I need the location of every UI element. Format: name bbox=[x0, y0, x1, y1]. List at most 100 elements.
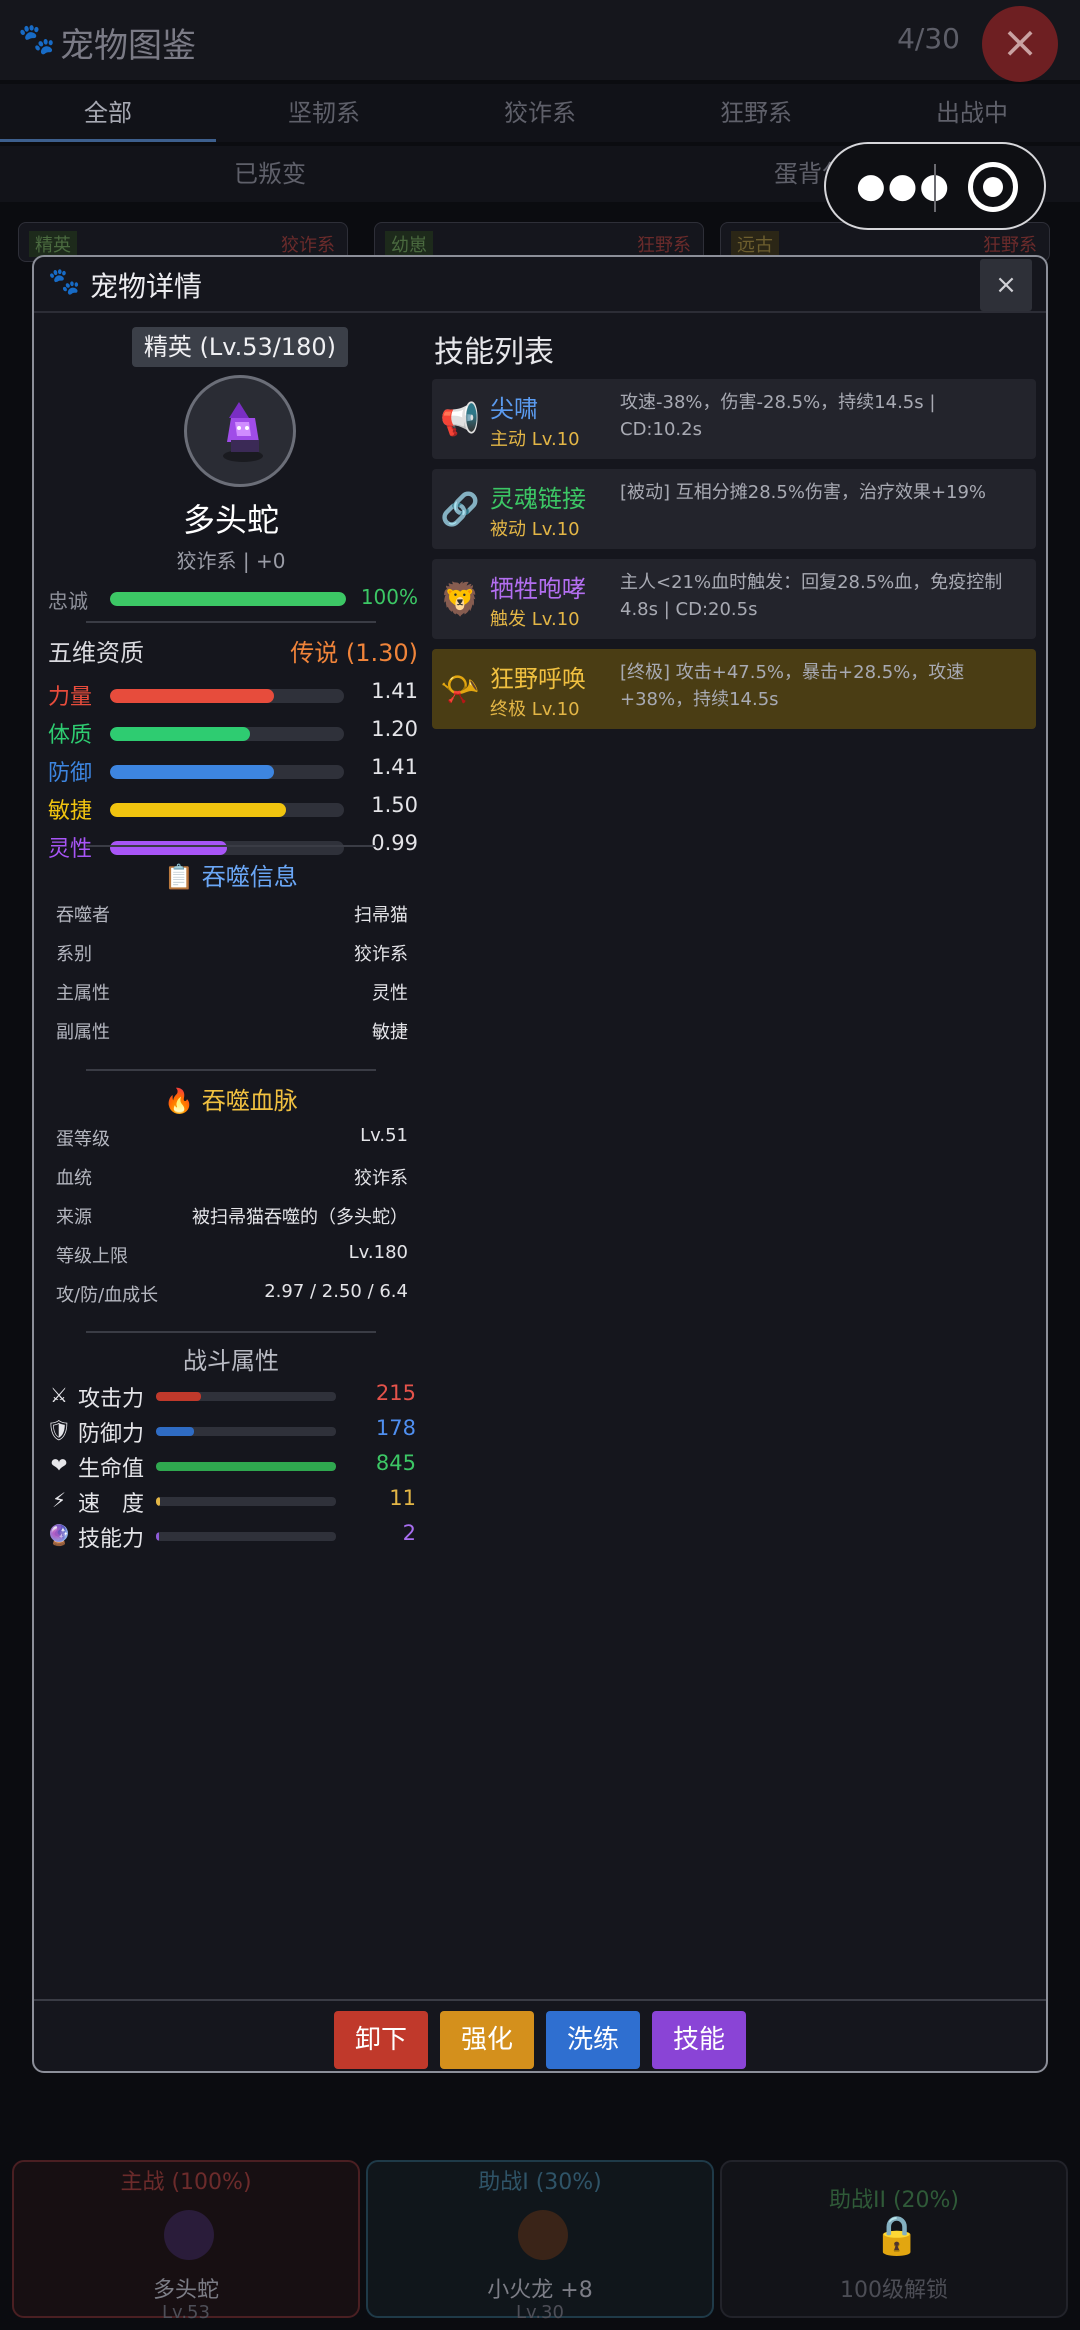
aptitude-row: 敏捷 1.50 bbox=[48, 793, 418, 824]
aptitude-value: 1.41 bbox=[371, 679, 418, 703]
devour-info-title-text: 吞噬信息 bbox=[201, 863, 298, 891]
skill-level: 触发 Lv.10 bbox=[490, 609, 580, 630]
slot-pet-name: 多头蛇 bbox=[152, 2278, 219, 2303]
combat-stat-value: 2 bbox=[402, 1521, 416, 1545]
slot-label: 主战 (100%) bbox=[120, 2170, 252, 2195]
info-key: 蛋等级 bbox=[56, 1129, 110, 1150]
skills-button[interactable]: 技能 bbox=[652, 2011, 746, 2069]
mini-program-capsule: ●●● bbox=[824, 142, 1046, 230]
megaphone-icon: 📢 bbox=[440, 400, 480, 438]
tab-wild[interactable]: 狂野系 bbox=[648, 84, 864, 142]
clipboard-icon: 📋 bbox=[164, 863, 195, 891]
horn-icon: 📯 bbox=[440, 670, 480, 708]
tab-rebelled[interactable]: 已叛变 bbox=[0, 146, 540, 202]
combat-stat-bar bbox=[156, 1532, 336, 1541]
skill-description: 攻速-38%，伤害-28.5%，持续14.5s | CD:10.2s bbox=[620, 392, 936, 440]
footer-divider bbox=[34, 1999, 1046, 2001]
slot-assist-2[interactable]: 助战II (20%) 🔒 100级解锁 bbox=[720, 2160, 1068, 2318]
page-title: 宠物图鉴 bbox=[60, 26, 196, 66]
modal-header: 🐾 宠物详情 × bbox=[34, 257, 1046, 313]
devour-info-title: 📋 吞噬信息 bbox=[46, 857, 416, 892]
combat-stat-label: 防御力 bbox=[78, 1422, 145, 1447]
slot-assist-1[interactable]: 助战I (30%) 小火龙 +8 Lv.30 bbox=[366, 2160, 714, 2323]
aptitude-bar bbox=[110, 765, 344, 779]
modal-close-button[interactable]: × bbox=[980, 259, 1032, 311]
aptitude-header: 五维资质 传说 (1.30) bbox=[48, 633, 418, 668]
combat-stat-row: 🔮 技能力 2 bbox=[46, 1521, 416, 1552]
info-value: 狡诈系 bbox=[354, 1168, 408, 1189]
aptitude-value: 1.50 bbox=[371, 793, 418, 817]
enhance-button[interactable]: 强化 bbox=[440, 2011, 534, 2069]
fire-icon: 🔥 bbox=[164, 1087, 195, 1115]
combat-stat-row: ⚔ 攻击力 215 bbox=[46, 1381, 416, 1412]
rarity-tag: 远古 bbox=[731, 231, 779, 257]
tab-all[interactable]: 全部 bbox=[0, 84, 216, 142]
shield-icon: 🛡 bbox=[46, 1418, 72, 1442]
tab-tough[interactable]: 坚韧系 bbox=[216, 84, 432, 142]
pet-type-subtitle: 狡诈系 | +0 bbox=[176, 549, 286, 573]
reroll-button[interactable]: 洗练 bbox=[546, 2011, 640, 2069]
skill-level: 主动 Lv.10 bbox=[490, 429, 580, 450]
info-row: 主属性 灵性 bbox=[56, 979, 408, 1005]
aptitude-bar-fill bbox=[110, 727, 251, 741]
aptitude-bar bbox=[110, 841, 344, 855]
info-row: 蛋等级 Lv.51 bbox=[56, 1125, 408, 1151]
info-key: 副属性 bbox=[56, 1022, 110, 1043]
close-icon[interactable]: × bbox=[982, 6, 1058, 82]
rank-badge: 精英 (Lv.53/180) bbox=[132, 327, 348, 367]
skill-level: 被动 Lv.10 bbox=[490, 519, 580, 540]
info-value: 狡诈系 bbox=[354, 944, 408, 965]
info-value: 2.97 / 2.50 / 6.4 bbox=[264, 1281, 408, 1302]
slot-pet-name: 小火龙 +8 bbox=[487, 2278, 593, 2303]
slot-main[interactable]: 主战 (100%) 多头蛇 Lv.53 bbox=[12, 2160, 360, 2323]
combat-stat-label: 生命值 bbox=[78, 1457, 145, 1482]
hydra-sprite-icon bbox=[223, 402, 263, 462]
skill-card[interactable]: 📢 尖啸主动 Lv.10 攻速-38%，伤害-28.5%，持续14.5s | CD:… bbox=[432, 379, 1036, 459]
info-key: 攻/防/血成长 bbox=[56, 1285, 159, 1306]
info-row: 系别 狡诈系 bbox=[56, 940, 408, 966]
combat-stat-bar-fill bbox=[156, 1532, 159, 1541]
aptitude-bar bbox=[110, 727, 344, 741]
category-tabs: 全部 坚韧系 狡诈系 狂野系 出战中 bbox=[0, 84, 1080, 142]
aptitude-label: 力量 bbox=[48, 685, 93, 710]
divider bbox=[86, 1069, 376, 1071]
info-value: Lv.180 bbox=[348, 1242, 408, 1263]
combat-stat-bar-fill bbox=[156, 1392, 201, 1401]
page-header: 🐾 宠物图鉴 4/30 × bbox=[0, 0, 1080, 82]
type-tag: 狂野系 bbox=[983, 235, 1037, 256]
skills-title: 技能列表 bbox=[434, 335, 554, 370]
slot-pet-level: Lv.30 bbox=[516, 2302, 564, 2323]
combat-stat-value: 11 bbox=[389, 1486, 416, 1510]
aptitude-bar-fill bbox=[110, 765, 274, 779]
skill-level: 终极 Lv.10 bbox=[490, 699, 580, 720]
exit-target-icon[interactable] bbox=[968, 162, 1018, 212]
info-key: 吞噬者 bbox=[56, 905, 110, 926]
skill-name: 灵魂链接 bbox=[490, 485, 586, 513]
skill-card[interactable]: 🔗 灵魂链接 被动 Lv.10 [被动] 互相分摊28.5%伤害，治疗效果+19% bbox=[432, 469, 1036, 549]
pet-name: 多头蛇 bbox=[182, 501, 279, 539]
info-key: 血统 bbox=[56, 1168, 92, 1189]
aptitude-label: 敏捷 bbox=[48, 799, 93, 824]
skill-card[interactable]: 🦁 牺牲咆哮 触发 Lv.10 主人<21%血时触发：回复28.5%血，免疫控制4.8… bbox=[432, 559, 1036, 639]
aptitude-bar-fill bbox=[110, 841, 227, 855]
swords-icon: ⚔ bbox=[50, 1383, 68, 1407]
unequip-button[interactable]: 卸下 bbox=[334, 2011, 428, 2069]
combat-stat-bar-fill bbox=[156, 1462, 336, 1471]
slot-unlock-hint: 100级解锁 bbox=[840, 2278, 948, 2303]
modal-title: 宠物详情 bbox=[90, 270, 203, 303]
type-tag: 狂野系 bbox=[637, 235, 691, 256]
tab-deployed[interactable]: 出战中 bbox=[864, 84, 1080, 142]
skill-name: 尖啸 bbox=[490, 395, 538, 423]
tab-cunning[interactable]: 狡诈系 bbox=[432, 84, 648, 142]
pet-avatar bbox=[184, 375, 296, 487]
combat-stat-label: 速 度 bbox=[78, 1492, 145, 1517]
slot-pet-level: Lv.53 bbox=[162, 2302, 210, 2323]
info-row: 来源 被扫帚猫吞噬的（多头蛇） bbox=[56, 1203, 408, 1229]
more-icon[interactable]: ●●● bbox=[856, 166, 951, 206]
paw-icon: 🐾 bbox=[18, 22, 56, 57]
skill-card[interactable]: 📯 狂野呼唤 终极 Lv.10 [终极] 攻击+47.5%，暴击+28.5%，攻速+3… bbox=[432, 649, 1036, 729]
bloodline-title: 🔥 吞噬血脉 bbox=[46, 1081, 416, 1116]
aptitude-value: 1.41 bbox=[371, 755, 418, 779]
aptitude-bar-fill bbox=[110, 803, 286, 817]
loyalty-row: 忠诚 100% bbox=[48, 583, 418, 613]
